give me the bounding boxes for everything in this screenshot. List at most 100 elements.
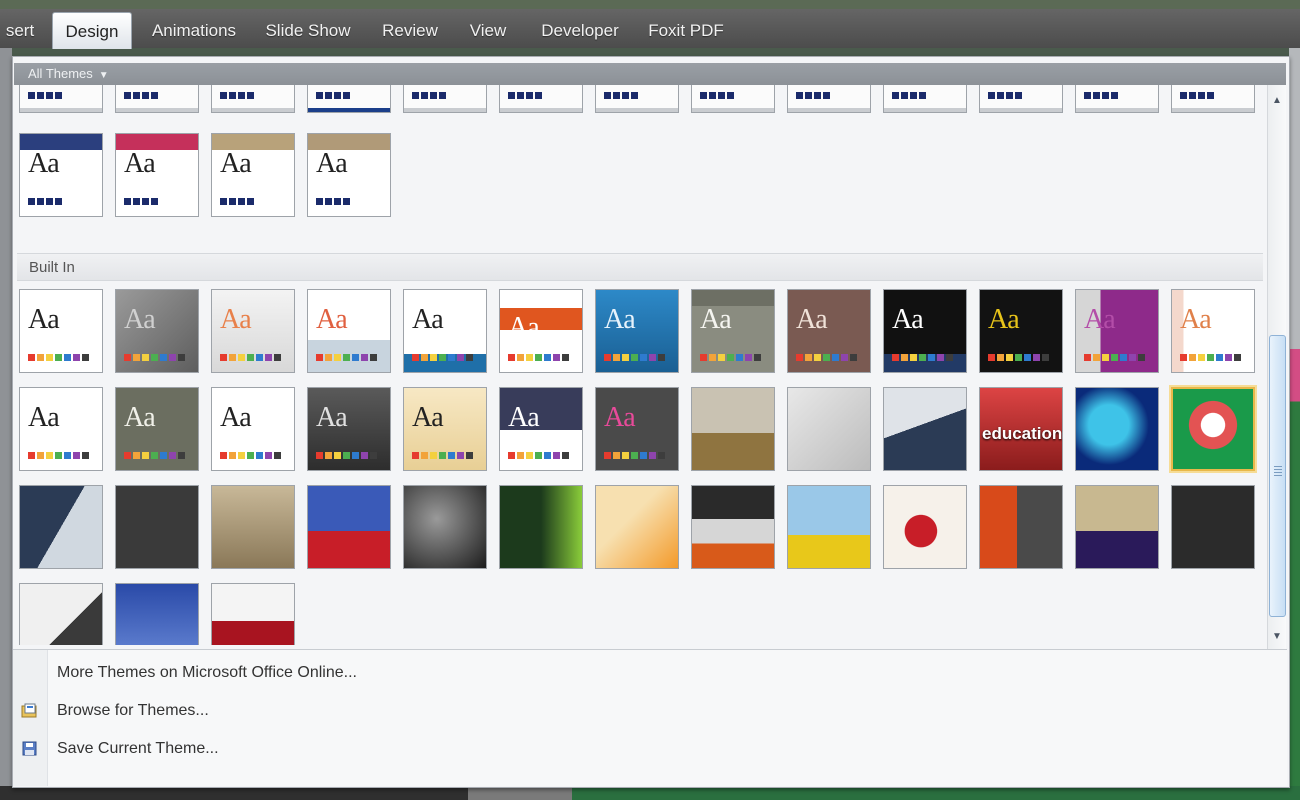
built-in-theme-thumbnail[interactable]: Aa (115, 387, 199, 471)
custom-theme-thumbnail[interactable] (787, 85, 871, 113)
color-swatch (64, 354, 71, 361)
theme-color-band (212, 108, 294, 112)
custom-theme-thumbnail[interactable] (883, 85, 967, 113)
built-in-theme-thumbnail[interactable] (979, 485, 1063, 569)
color-swatch (997, 354, 1004, 361)
custom-theme-thumbnail[interactable] (499, 85, 583, 113)
theme-sample-text: Aa (892, 304, 924, 335)
color-swatch (169, 452, 176, 459)
built-in-theme-thumbnail[interactable]: education (979, 387, 1063, 471)
scroll-thumb[interactable] (1269, 335, 1286, 617)
color-swatch (1120, 354, 1127, 361)
built-in-theme-thumbnail[interactable]: Aa (883, 289, 967, 373)
built-in-theme-thumbnail[interactable]: Aa (211, 387, 295, 471)
built-in-theme-thumbnail[interactable]: Aa (115, 289, 199, 373)
color-swatch (133, 354, 140, 361)
custom-theme-thumbnail[interactable] (307, 85, 391, 113)
built-in-theme-thumbnail[interactable] (691, 387, 775, 471)
color-swatch (814, 354, 821, 361)
built-in-theme-thumbnail[interactable] (1171, 485, 1255, 569)
built-in-theme-thumbnail[interactable]: Aa (403, 289, 487, 373)
color-swatch (1234, 354, 1241, 361)
theme-sample-text: Aa (28, 402, 60, 433)
save-current-theme-item[interactable]: Save Current Theme... (13, 732, 1287, 766)
built-in-theme-thumbnail[interactable] (115, 485, 199, 569)
color-swatch (439, 452, 446, 459)
custom-theme-thumbnail[interactable] (595, 85, 679, 113)
color-swatch (142, 354, 149, 361)
built-in-theme-thumbnail[interactable]: Aa (1075, 289, 1159, 373)
built-in-theme-thumbnail[interactable]: Aa (691, 289, 775, 373)
built-in-theme-thumbnail[interactable] (211, 583, 295, 645)
custom-theme-thumbnail[interactable] (979, 85, 1063, 113)
tab-review[interactable]: Review (378, 12, 442, 48)
built-in-theme-thumbnail[interactable] (883, 387, 967, 471)
custom-theme-thumbnail[interactable]: Aa (19, 133, 103, 217)
built-in-theme-thumbnail[interactable]: Aa (307, 289, 391, 373)
built-in-theme-thumbnail[interactable] (19, 485, 103, 569)
color-swatch (343, 354, 350, 361)
tab-design[interactable]: Design (52, 12, 132, 49)
built-in-theme-thumbnail[interactable] (595, 485, 679, 569)
tab-foxit-pdf[interactable]: Foxit PDF (644, 12, 728, 48)
built-in-theme-thumbnail[interactable] (1075, 485, 1159, 569)
built-in-theme-thumbnail[interactable] (307, 485, 391, 569)
tab-insert[interactable]: sert (0, 12, 40, 48)
built-in-theme-thumbnail[interactable] (499, 485, 583, 569)
themes-gallery-dropdown: All Themes ▼ Aa Aa Aa Aa Built In Aa Aa Aa Aa Aa… (12, 56, 1290, 788)
color-swatch (613, 92, 620, 99)
custom-theme-thumbnail[interactable] (403, 85, 487, 113)
browse-for-themes-item[interactable]: Browse for Themes... (13, 694, 1287, 728)
built-in-theme-thumbnail[interactable]: Aa (1171, 289, 1255, 373)
built-in-theme-thumbnail[interactable]: Aa (595, 289, 679, 373)
custom-theme-thumbnail[interactable] (1171, 85, 1255, 113)
color-swatch (265, 354, 272, 361)
built-in-theme-thumbnail[interactable]: Aa (403, 387, 487, 471)
color-swatch (562, 354, 569, 361)
tab-developer[interactable]: Developer (536, 12, 624, 48)
built-in-theme-thumbnail[interactable]: Aa (307, 387, 391, 471)
built-in-theme-thumbnail[interactable]: Aa (499, 289, 583, 373)
theme-color-swatches (412, 452, 475, 460)
built-in-theme-thumbnail[interactable] (1171, 387, 1255, 471)
custom-theme-thumbnail[interactable]: Aa (115, 133, 199, 217)
color-swatch (631, 452, 638, 459)
built-in-theme-thumbnail[interactable]: Aa (19, 289, 103, 373)
custom-theme-thumbnail[interactable]: Aa (211, 133, 295, 217)
built-in-theme-thumbnail[interactable] (787, 485, 871, 569)
built-in-theme-thumbnail[interactable] (883, 485, 967, 569)
custom-theme-thumbnail[interactable]: Aa (307, 133, 391, 217)
built-in-theme-thumbnail[interactable]: Aa (211, 289, 295, 373)
scroll-up-icon[interactable]: ▲ (1269, 91, 1285, 111)
built-in-theme-thumbnail[interactable]: Aa (595, 387, 679, 471)
tab-slide-show[interactable]: Slide Show (262, 12, 354, 48)
built-in-theme-thumbnail[interactable] (403, 485, 487, 569)
built-in-theme-thumbnail[interactable] (691, 485, 775, 569)
built-in-theme-thumbnail[interactable]: Aa (499, 387, 583, 471)
color-swatch (325, 92, 332, 99)
all-themes-header[interactable]: All Themes ▼ (14, 63, 1286, 85)
color-swatch (37, 354, 44, 361)
built-in-theme-thumbnail[interactable]: Aa (787, 289, 871, 373)
built-in-theme-thumbnail[interactable]: Aa (19, 387, 103, 471)
custom-theme-thumbnail[interactable] (115, 85, 199, 113)
scroll-down-icon[interactable]: ▼ (1269, 627, 1285, 647)
color-swatch (1198, 92, 1205, 99)
color-swatch (1093, 92, 1100, 99)
built-in-theme-thumbnail[interactable] (211, 485, 295, 569)
tab-animations[interactable]: Animations (148, 12, 240, 48)
built-in-theme-thumbnail[interactable] (19, 583, 103, 645)
gallery-scrollbar[interactable]: ▲ ▼ (1267, 85, 1286, 649)
built-in-theme-thumbnail[interactable] (1075, 387, 1159, 471)
tab-view[interactable]: View (462, 12, 514, 48)
custom-theme-thumbnail[interactable] (211, 85, 295, 113)
color-swatch (439, 354, 446, 361)
custom-theme-thumbnail[interactable] (691, 85, 775, 113)
theme-color-swatches (988, 92, 1024, 100)
built-in-theme-thumbnail[interactable]: Aa (979, 289, 1063, 373)
custom-theme-thumbnail[interactable] (19, 85, 103, 113)
built-in-theme-thumbnail[interactable] (115, 583, 199, 645)
more-themes-online-item[interactable]: More Themes on Microsoft Office Online..… (13, 656, 1287, 690)
custom-theme-thumbnail[interactable] (1075, 85, 1159, 113)
built-in-theme-thumbnail[interactable] (787, 387, 871, 471)
